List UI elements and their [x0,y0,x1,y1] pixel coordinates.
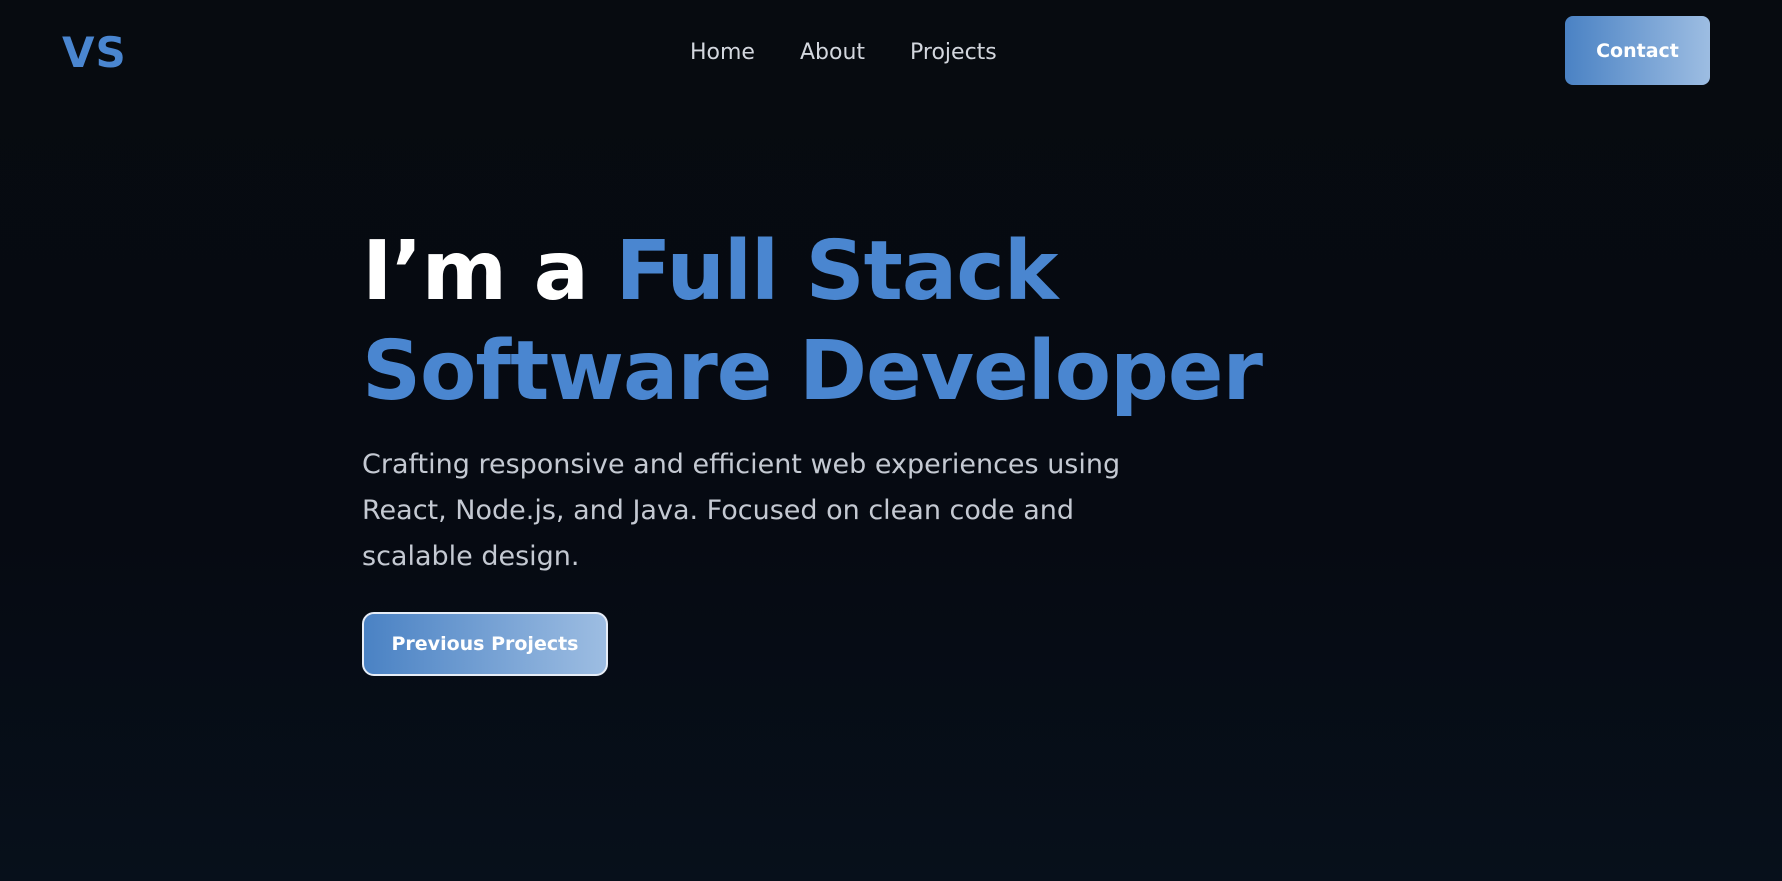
navbar: VS Home About Projects Contact [0,0,1782,104]
contact-button[interactable]: Contact [1565,16,1710,85]
nav-link-about[interactable]: About [800,38,865,68]
hero-title-prefix: I’m a [362,224,616,319]
logo[interactable]: VS [62,28,127,78]
previous-projects-button[interactable]: Previous Projects [362,612,608,676]
hero-subtitle: Crafting responsive and efficient web ex… [362,449,1121,572]
nav-link-projects[interactable]: Projects [910,38,997,68]
nav-link-home[interactable]: Home [690,38,755,68]
hero-title: I’m a Full Stack Software Developer [362,222,1462,422]
nav-links: Home About Projects [690,38,997,68]
hero-section: I’m a Full Stack Software Developer Craf… [362,222,1462,580]
